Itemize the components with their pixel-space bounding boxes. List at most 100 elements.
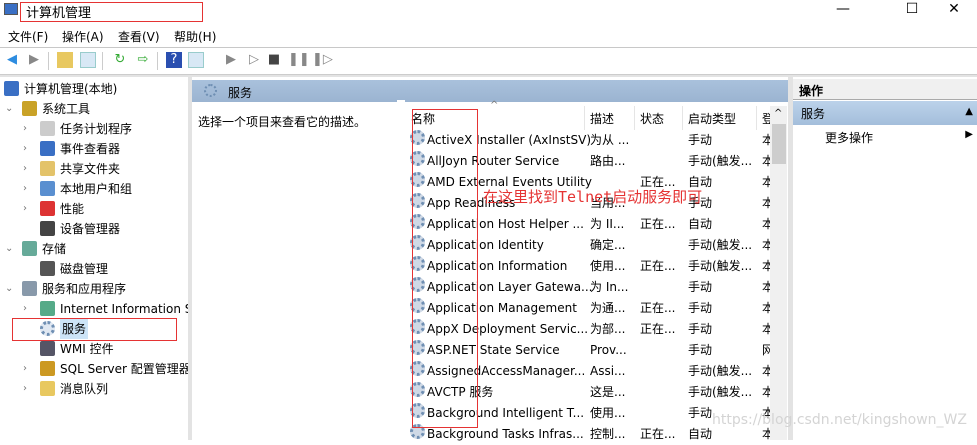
maximize-button[interactable]: ☐ xyxy=(889,0,935,20)
computer-management-icon xyxy=(4,3,18,15)
service-startup-type: 手动(触发... xyxy=(688,385,753,399)
toolbar-separator xyxy=(157,52,158,70)
show-hide-tree-icon[interactable] xyxy=(80,52,96,68)
stop-service-icon[interactable]: ■ xyxy=(266,52,282,68)
tree-item[interactable]: WMI 控件 xyxy=(0,339,188,359)
service-startup-type: 手动 xyxy=(688,343,713,357)
column-divider[interactable] xyxy=(682,106,683,130)
scroll-up-icon[interactable]: ^ xyxy=(774,108,782,119)
close-button[interactable]: ✕ xyxy=(931,0,977,20)
tree-item[interactable]: 磁盘管理 xyxy=(0,259,188,279)
expand-chevron-icon[interactable]: › xyxy=(23,159,33,179)
tree-node-icon xyxy=(40,181,55,196)
start-service-icon[interactable]: ▶ xyxy=(223,52,239,68)
service-description: 为 II... xyxy=(590,217,625,231)
expand-chevron-icon[interactable]: › xyxy=(23,359,33,379)
tree-item-label: 服务和应用程序 xyxy=(42,282,127,296)
service-status: 正在... xyxy=(640,427,676,441)
service-description: 为 In... xyxy=(590,280,629,294)
show-action-pane-icon[interactable] xyxy=(188,52,204,68)
export-list-icon[interactable]: ⇨ xyxy=(135,52,151,68)
service-status: 正在... xyxy=(640,301,676,315)
scrollbar-thumb[interactable] xyxy=(772,124,786,164)
tree-node-icon xyxy=(40,341,55,356)
tree-item[interactable]: ⌄ 系统工具 xyxy=(0,99,188,119)
tree-item[interactable]: ⌄ 服务和应用程序 xyxy=(0,279,188,299)
expand-chevron-icon[interactable]: › xyxy=(23,139,33,159)
expand-chevron-icon[interactable]: › xyxy=(23,179,33,199)
expand-chevron-icon[interactable]: › xyxy=(23,199,33,219)
help-icon[interactable]: ? xyxy=(166,52,182,68)
tree-item-label: 计算机管理(本地) xyxy=(24,82,118,96)
service-status: 正在... xyxy=(640,259,676,273)
column-divider[interactable] xyxy=(634,106,635,130)
service-startup-type: 手动(触发... xyxy=(688,259,753,273)
start-service-alt-icon[interactable]: ▷ xyxy=(246,52,262,68)
annotation-text: 在这里找到Telnet启动服务即可 xyxy=(483,188,703,206)
tree-item-label: 存储 xyxy=(42,242,67,256)
tree-item[interactable]: › SQL Server 配置管理器 xyxy=(0,359,188,379)
submenu-arrow-icon: ▶ xyxy=(965,129,973,140)
collapse-chevron-icon[interactable]: ⌄ xyxy=(5,239,15,259)
expand-chevron-icon[interactable]: › xyxy=(23,119,33,139)
expand-chevron-icon[interactable]: › xyxy=(23,299,33,319)
tree-item[interactable]: › Internet Information Services xyxy=(0,299,188,319)
tree-item[interactable]: › 消息队列 xyxy=(0,379,188,399)
tree-item-label: 本地用户和组 xyxy=(60,182,133,196)
minimize-button[interactable]: — xyxy=(820,0,866,20)
actions-section-services[interactable]: 服务 ▲ xyxy=(793,101,977,125)
tree-node-icon xyxy=(40,381,55,396)
back-icon[interactable]: ◀ xyxy=(4,52,20,68)
service-description: 控制... xyxy=(590,427,626,441)
pane-splitter[interactable] xyxy=(397,100,405,440)
restart-service-icon[interactable]: ❚▷ xyxy=(312,52,333,68)
tree-item-label: 性能 xyxy=(60,202,85,216)
service-startup-type: 手动 xyxy=(688,133,713,147)
tree-item[interactable]: ⌄ 存储 xyxy=(0,239,188,259)
column-header[interactable]: 启动类型 xyxy=(688,110,736,127)
service-startup-type: 手动 xyxy=(688,406,713,420)
collapse-chevron-icon[interactable]: ⌄ xyxy=(5,99,15,119)
column-divider[interactable] xyxy=(756,106,757,130)
service-description: 确定... xyxy=(590,238,626,252)
tree-item[interactable]: › 共享文件夹 xyxy=(0,159,188,179)
tree-node-icon xyxy=(40,361,55,376)
tree-item[interactable]: › 本地用户和组 xyxy=(0,179,188,199)
tree-item[interactable]: › 性能 xyxy=(0,199,188,219)
tree-item-label: Internet Information Services xyxy=(60,302,188,316)
tree-item[interactable]: › 事件查看器 xyxy=(0,139,188,159)
column-header[interactable]: 状态 xyxy=(640,110,664,127)
tree-item-label: 消息队列 xyxy=(60,382,109,396)
pause-service-icon[interactable]: ❚❚ xyxy=(288,52,310,68)
actions-title: 操作 xyxy=(793,79,977,100)
service-description: Prov... xyxy=(590,343,627,357)
tree-item-label: 设备管理器 xyxy=(60,222,121,236)
column-divider[interactable] xyxy=(584,106,585,130)
up-folder-icon[interactable] xyxy=(57,52,73,68)
service-startup-type: 手动(触发... xyxy=(688,154,753,168)
collapse-icon[interactable]: ▲ xyxy=(965,106,973,117)
tree-item[interactable]: › 任务计划程序 xyxy=(0,119,188,139)
menu-file[interactable]: 文件(F) xyxy=(8,28,48,45)
menu-help[interactable]: 帮助(H) xyxy=(174,28,216,45)
column-header[interactable]: 描述 xyxy=(590,110,614,127)
services-header-title: 服务 xyxy=(228,86,253,100)
expand-chevron-icon[interactable]: › xyxy=(23,379,33,399)
actions-pane: 操作 服务 ▲ 更多操作 ▶ xyxy=(793,77,977,440)
collapse-chevron-icon[interactable]: ⌄ xyxy=(5,279,15,299)
service-startup-type: 自动 xyxy=(688,427,713,441)
more-actions-item[interactable]: 更多操作 ▶ xyxy=(793,129,977,149)
annotation-box-name-column xyxy=(412,109,478,428)
tree-item-label: 事件查看器 xyxy=(60,142,121,156)
services-icon xyxy=(204,84,217,97)
annotation-box-services xyxy=(12,318,177,341)
service-description: 为部... xyxy=(590,322,626,336)
tree-item-label: 系统工具 xyxy=(42,102,91,116)
refresh-icon[interactable]: ↻ xyxy=(112,52,128,68)
tree-item[interactable]: 计算机管理(本地) xyxy=(0,79,188,99)
tree-node-icon xyxy=(40,121,55,136)
tree-item[interactable]: 设备管理器 xyxy=(0,219,188,239)
menu-action[interactable]: 操作(A) xyxy=(62,28,104,45)
forward-icon[interactable]: ▶ xyxy=(26,52,42,68)
menu-view[interactable]: 查看(V) xyxy=(118,28,160,45)
